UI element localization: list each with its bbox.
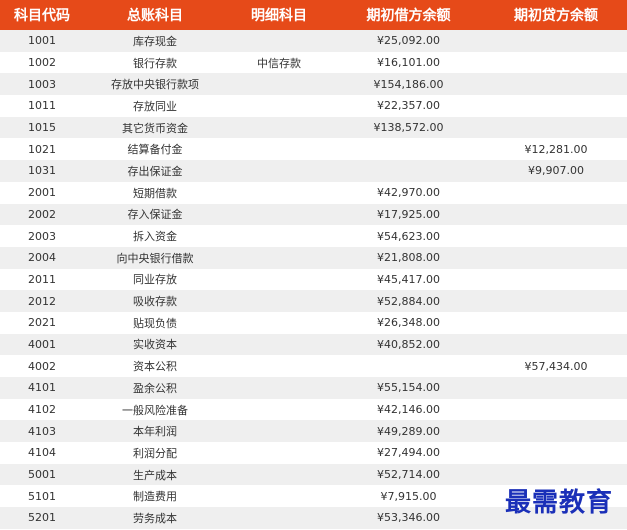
cell-code[interactable]: 5001 (0, 468, 84, 481)
cell-account[interactable]: 存出保证金 (84, 163, 226, 179)
cell-code[interactable]: 2003 (0, 230, 84, 243)
cell-code[interactable]: 1011 (0, 99, 84, 112)
table-row[interactable]: 1021 结算备付金 ¥12,281.00 (0, 138, 627, 161)
cell-debit[interactable]: ¥26,348.00 (332, 316, 485, 329)
table-body: 1001 库存现金 ¥25,092.00 1002 银行存款 中信存款 ¥16,101.00… (0, 30, 627, 529)
cell-debit[interactable]: ¥154,186.00 (332, 78, 485, 91)
cell-code[interactable]: 4104 (0, 446, 84, 459)
header-detail[interactable]: 明细科目 (226, 5, 332, 25)
cell-debit[interactable]: ¥55,154.00 (332, 381, 485, 394)
cell-credit[interactable]: ¥57,434.00 (485, 360, 627, 373)
cell-debit[interactable]: ¥22,357.00 (332, 99, 485, 112)
cell-code[interactable]: 2004 (0, 251, 84, 264)
cell-account[interactable]: 劳务成本 (84, 510, 226, 526)
cell-code[interactable]: 1021 (0, 143, 84, 156)
header-account[interactable]: 总账科目 (84, 5, 226, 25)
cell-debit[interactable]: ¥54,623.00 (332, 230, 485, 243)
cell-code[interactable]: 1015 (0, 121, 84, 134)
cell-account[interactable]: 结算备付金 (84, 141, 226, 157)
cell-account[interactable]: 盈余公积 (84, 380, 226, 396)
table-row[interactable]: 1031 存出保证金 ¥9,907.00 (0, 160, 627, 182)
ledger-table: 科目代码 总账科目 明细科目 期初借方余额 期初贷方余额 1001 库存现金 ¥25… (0, 0, 627, 529)
cell-debit[interactable]: ¥53,346.00 (332, 511, 485, 524)
cell-account[interactable]: 贴现负债 (84, 315, 226, 331)
cell-code[interactable]: 4102 (0, 403, 84, 416)
table-row[interactable]: 4001 实收资本 ¥40,852.00 (0, 333, 627, 356)
cell-account[interactable]: 一般风险准备 (84, 402, 226, 418)
table-row[interactable]: 2012 吸收存款 ¥52,884.00 (0, 290, 627, 312)
cell-account[interactable]: 拆入资金 (84, 228, 226, 244)
cell-account[interactable]: 存入保证金 (84, 206, 226, 222)
cell-debit[interactable]: ¥27,494.00 (332, 446, 485, 459)
table-row[interactable]: 2021 贴现负债 ¥26,348.00 (0, 311, 627, 334)
table-row[interactable]: 1011 存放同业 ¥22,357.00 (0, 95, 627, 117)
table-row[interactable]: 2011 同业存放 ¥45,417.00 (0, 268, 627, 291)
cell-code[interactable]: 2002 (0, 208, 84, 221)
table-row[interactable]: 2004 向中央银行借款 ¥21,808.00 (0, 246, 627, 269)
cell-code[interactable]: 1001 (0, 34, 84, 47)
cell-code[interactable]: 2001 (0, 186, 84, 199)
cell-account[interactable]: 资本公积 (84, 358, 226, 374)
cell-account[interactable]: 生产成本 (84, 467, 226, 483)
cell-code[interactable]: 5101 (0, 490, 84, 503)
cell-account[interactable]: 库存现金 (84, 33, 226, 49)
table-header: 科目代码 总账科目 明细科目 期初借方余额 期初贷方余额 (0, 0, 627, 30)
cell-debit[interactable]: ¥25,092.00 (332, 34, 485, 47)
cell-code[interactable]: 2021 (0, 316, 84, 329)
table-row[interactable]: 1003 存放中央银行款项 ¥154,186.00 (0, 73, 627, 96)
table-row[interactable]: 4104 利润分配 ¥27,494.00 (0, 442, 627, 464)
cell-code[interactable]: 1002 (0, 56, 84, 69)
cell-account[interactable]: 短期借款 (84, 185, 226, 201)
cell-code[interactable]: 1031 (0, 164, 84, 177)
cell-debit[interactable]: ¥17,925.00 (332, 208, 485, 221)
cell-debit[interactable]: ¥16,101.00 (332, 56, 485, 69)
cell-code[interactable]: 4002 (0, 360, 84, 373)
cell-account[interactable]: 同业存放 (84, 271, 226, 287)
table-row[interactable]: 2002 存入保证金 ¥17,925.00 (0, 203, 627, 226)
header-code[interactable]: 科目代码 (0, 5, 84, 25)
table-row[interactable]: 4002 资本公积 ¥57,434.00 (0, 355, 627, 377)
cell-code[interactable]: 4103 (0, 425, 84, 438)
table-row[interactable]: 4103 本年利润 ¥49,289.00 (0, 420, 627, 443)
cell-account[interactable]: 实收资本 (84, 336, 226, 352)
cell-code[interactable]: 4101 (0, 381, 84, 394)
cell-code[interactable]: 2012 (0, 295, 84, 308)
header-credit[interactable]: 期初贷方余额 (485, 5, 627, 25)
watermark-logo: 最需教育 (505, 488, 614, 518)
cell-debit[interactable]: ¥49,289.00 (332, 425, 485, 438)
cell-debit[interactable]: ¥42,970.00 (332, 186, 485, 199)
cell-detail[interactable]: 中信存款 (226, 55, 332, 71)
cell-debit[interactable]: ¥21,808.00 (332, 251, 485, 264)
header-debit[interactable]: 期初借方余额 (332, 5, 485, 25)
cell-account[interactable]: 制造费用 (84, 488, 226, 504)
cell-code[interactable]: 1003 (0, 78, 84, 91)
cell-debit[interactable]: ¥42,146.00 (332, 403, 485, 416)
cell-debit[interactable]: ¥138,572.00 (332, 121, 485, 134)
cell-debit[interactable]: ¥52,884.00 (332, 295, 485, 308)
cell-code[interactable]: 2011 (0, 273, 84, 286)
cell-debit[interactable]: ¥52,714.00 (332, 468, 485, 481)
cell-debit[interactable]: ¥45,417.00 (332, 273, 485, 286)
table-row[interactable]: 4101 盈余公积 ¥55,154.00 (0, 377, 627, 399)
cell-debit[interactable]: ¥40,852.00 (332, 338, 485, 351)
cell-account[interactable]: 本年利润 (84, 423, 226, 439)
cell-account[interactable]: 银行存款 (84, 55, 226, 71)
cell-account[interactable]: 利润分配 (84, 445, 226, 461)
cell-account[interactable]: 存放中央银行款项 (84, 76, 226, 92)
table-row[interactable]: 1015 其它货币资金 ¥138,572.00 (0, 116, 627, 139)
table-row[interactable]: 4102 一般风险准备 ¥42,146.00 (0, 398, 627, 421)
cell-credit[interactable]: ¥12,281.00 (485, 143, 627, 156)
cell-code[interactable]: 5201 (0, 511, 84, 524)
cell-credit[interactable]: ¥9,907.00 (485, 164, 627, 177)
cell-account[interactable]: 吸收存款 (84, 293, 226, 309)
table-row[interactable]: 1002 银行存款 中信存款 ¥16,101.00 (0, 51, 627, 74)
table-row[interactable]: 1001 库存现金 ¥25,092.00 (0, 30, 627, 52)
cell-account[interactable]: 向中央银行借款 (84, 250, 226, 266)
table-row[interactable]: 2003 拆入资金 ¥54,623.00 (0, 225, 627, 247)
cell-account[interactable]: 其它货币资金 (84, 120, 226, 136)
cell-code[interactable]: 4001 (0, 338, 84, 351)
cell-debit[interactable]: ¥7,915.00 (332, 490, 485, 503)
cell-account[interactable]: 存放同业 (84, 98, 226, 114)
table-row[interactable]: 2001 短期借款 ¥42,970.00 (0, 181, 627, 204)
